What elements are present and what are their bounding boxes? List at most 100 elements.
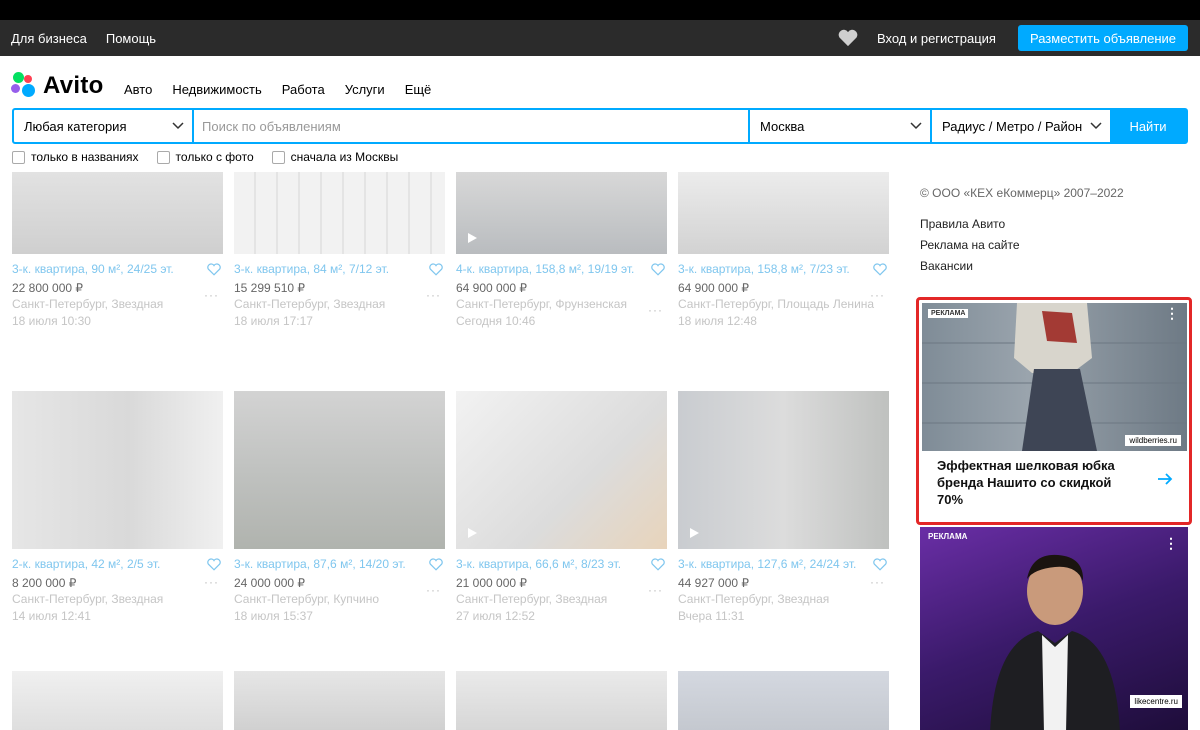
filter-label: только с фото — [175, 150, 254, 164]
listing-card[interactable]: 3-к. квартира, 84 м², 7/12 эт. 15 299 51… — [234, 172, 445, 329]
more-options-icon[interactable]: ··· — [870, 575, 885, 589]
listing-title[interactable]: 3-к. квартира, 87,6 м², 14/20 эт. — [234, 557, 445, 572]
listing-card[interactable]: 3-к. квартира, 66,6 м², 8/23 эт. 21 000 … — [456, 391, 667, 624]
ad-photo[interactable]: РЕКЛАМА ⋮ wildberries.ru — [922, 303, 1187, 451]
radius-select[interactable]: Радиус / Метро / Район — [930, 110, 1110, 142]
listing-photo[interactable] — [234, 671, 445, 730]
listing-location: Санкт-Петербург, Фрунзенская — [456, 297, 627, 311]
video-play-icon — [468, 528, 477, 538]
more-options-icon[interactable]: ··· — [204, 575, 219, 589]
more-options-icon[interactable]: ··· — [426, 288, 441, 302]
listing-title[interactable]: 3-к. квартира, 90 м², 24/25 эт. — [12, 262, 223, 277]
listing-photo[interactable] — [234, 172, 445, 254]
favorite-heart-icon[interactable] — [651, 558, 665, 571]
nav-item-more[interactable]: Ещё — [405, 82, 432, 97]
ad-menu-icon[interactable]: ⋮ — [1165, 306, 1179, 320]
business-link[interactable]: Для бизнеса — [11, 31, 87, 46]
avito-logo[interactable]: Avito — [11, 72, 104, 100]
listing-location: Санкт-Петербург, Площадь Ленина — [678, 297, 875, 311]
search-filters: только в названиях только с фото сначала… — [12, 150, 398, 164]
favorite-heart-icon[interactable] — [651, 263, 665, 276]
listing-photo[interactable] — [456, 391, 667, 549]
search-bar: Любая категория Москва Радиус / Метро / … — [12, 108, 1188, 144]
ad-banner-likecentre[interactable]: РЕКЛАМА ⋮ likecentre.ru — [920, 527, 1188, 730]
arrow-right-icon[interactable] — [1157, 472, 1173, 486]
logo-text: Avito — [43, 72, 104, 99]
listing-card[interactable] — [12, 671, 223, 730]
listings-grid: 3-к. квартира, 90 м², 24/25 эт. 22 800 0… — [12, 172, 892, 730]
listing-card[interactable]: 4-к. квартира, 158,8 м², 19/19 эт. 64 90… — [456, 172, 667, 329]
listing-photo[interactable] — [456, 671, 667, 730]
logo-dots-icon — [11, 72, 39, 100]
listing-price: 64 900 000 ₽ — [678, 281, 750, 295]
city-select[interactable]: Москва — [748, 110, 930, 142]
favorite-heart-icon[interactable] — [429, 558, 443, 571]
listing-card[interactable]: 3-к. квартира, 90 м², 24/25 эт. 22 800 0… — [12, 172, 223, 329]
listing-card[interactable] — [456, 671, 667, 730]
listing-photo[interactable] — [456, 172, 667, 254]
listing-card[interactable]: 3-к. квартира, 87,6 м², 14/20 эт. 24 000… — [234, 391, 445, 624]
category-value: Любая категория — [24, 118, 127, 134]
listing-date: 18 июля 17:17 — [234, 314, 313, 328]
nav-item-services[interactable]: Услуги — [345, 82, 385, 97]
listing-title[interactable]: 3-к. квартира, 158,8 м², 7/23 эт. — [678, 262, 889, 277]
category-select[interactable]: Любая категория — [14, 110, 194, 142]
ad-text[interactable]: Эффектная шелковая юбка бренда Нашито со… — [937, 457, 1127, 508]
listing-card[interactable]: 3-к. квартира, 127,6 м², 24/24 эт. 44 92… — [678, 391, 889, 624]
search-button[interactable]: Найти — [1110, 110, 1186, 142]
vacancies-link[interactable]: Вакансии — [920, 259, 1124, 273]
favorite-heart-icon[interactable] — [873, 558, 887, 571]
ad-banner-skirt[interactable]: РЕКЛАМА ⋮ wildberries.ru Эффектная шелко… — [916, 297, 1192, 525]
advertising-link[interactable]: Реклама на сайте — [920, 238, 1124, 252]
ad-menu-icon[interactable]: ⋮ — [1164, 535, 1178, 552]
listing-card[interactable] — [234, 671, 445, 730]
listing-photo[interactable] — [678, 671, 889, 730]
listing-title[interactable]: 3-к. квартира, 84 м², 7/12 эт. — [234, 262, 445, 277]
more-options-icon[interactable]: ··· — [648, 303, 663, 317]
listing-photo[interactable] — [678, 172, 889, 254]
chevron-down-icon — [910, 122, 922, 130]
ad-label: РЕКЛАМА — [928, 309, 969, 318]
rules-link[interactable]: Правила Авито — [920, 217, 1124, 231]
chevron-down-icon — [172, 122, 184, 130]
favorite-heart-icon[interactable] — [429, 263, 443, 276]
listing-photo[interactable] — [678, 391, 889, 549]
nav-item-jobs[interactable]: Работа — [282, 82, 325, 97]
heart-icon[interactable] — [837, 29, 859, 47]
nav-item-auto[interactable]: Авто — [124, 82, 152, 97]
more-options-icon[interactable]: ··· — [648, 583, 663, 597]
favorite-heart-icon[interactable] — [873, 263, 887, 276]
search-input[interactable] — [194, 110, 748, 142]
listing-photo[interactable] — [12, 172, 223, 254]
more-options-icon[interactable]: ··· — [204, 288, 219, 302]
listing-date: 18 июля 12:48 — [678, 314, 757, 328]
listing-title[interactable]: 4-к. квартира, 158,8 м², 19/19 эт. — [456, 262, 667, 277]
listing-photo[interactable] — [12, 671, 223, 730]
radius-value: Радиус / Метро / Район — [942, 118, 1083, 134]
help-link[interactable]: Помощь — [106, 31, 156, 46]
listing-title[interactable]: 3-к. квартира, 127,6 м², 24/24 эт. — [678, 557, 889, 572]
checkbox[interactable] — [12, 150, 25, 164]
listing-price: 21 000 000 ₽ — [456, 576, 528, 590]
favorite-heart-icon[interactable] — [207, 263, 221, 276]
checkbox[interactable] — [156, 150, 170, 164]
favorite-heart-icon[interactable] — [207, 558, 221, 571]
post-ad-button[interactable]: Разместить объявление — [1017, 25, 1188, 51]
listing-card[interactable]: 3-к. квартира, 158,8 м², 7/23 эт. 64 900… — [678, 172, 889, 329]
listing-title[interactable]: 3-к. квартира, 66,6 м², 8/23 эт. — [456, 557, 667, 572]
filter-moscow-first[interactable]: сначала из Москвы — [271, 150, 398, 164]
more-options-icon[interactable]: ··· — [870, 288, 885, 302]
more-options-icon[interactable]: ··· — [426, 583, 441, 597]
checkbox[interactable] — [271, 150, 285, 164]
filter-titles-only[interactable]: только в названиях — [12, 150, 139, 164]
filter-with-photo[interactable]: только с фото — [156, 150, 254, 164]
listing-card[interactable] — [678, 671, 889, 730]
login-link[interactable]: Вход и регистрация — [877, 31, 996, 46]
listing-photo[interactable] — [234, 391, 445, 549]
ad-brand: wildberries.ru — [1125, 435, 1181, 446]
nav-item-realty[interactable]: Недвижимость — [172, 82, 261, 97]
listing-card[interactable]: 2-к. квартира, 42 м², 2/5 эт. 8 200 000 … — [12, 391, 223, 624]
sidebar: © ООО «КЕХ еКоммерц» 2007–2022 Правила А… — [920, 186, 1124, 280]
listing-photo[interactable] — [12, 391, 223, 549]
listing-title[interactable]: 2-к. квартира, 42 м², 2/5 эт. — [12, 557, 223, 572]
